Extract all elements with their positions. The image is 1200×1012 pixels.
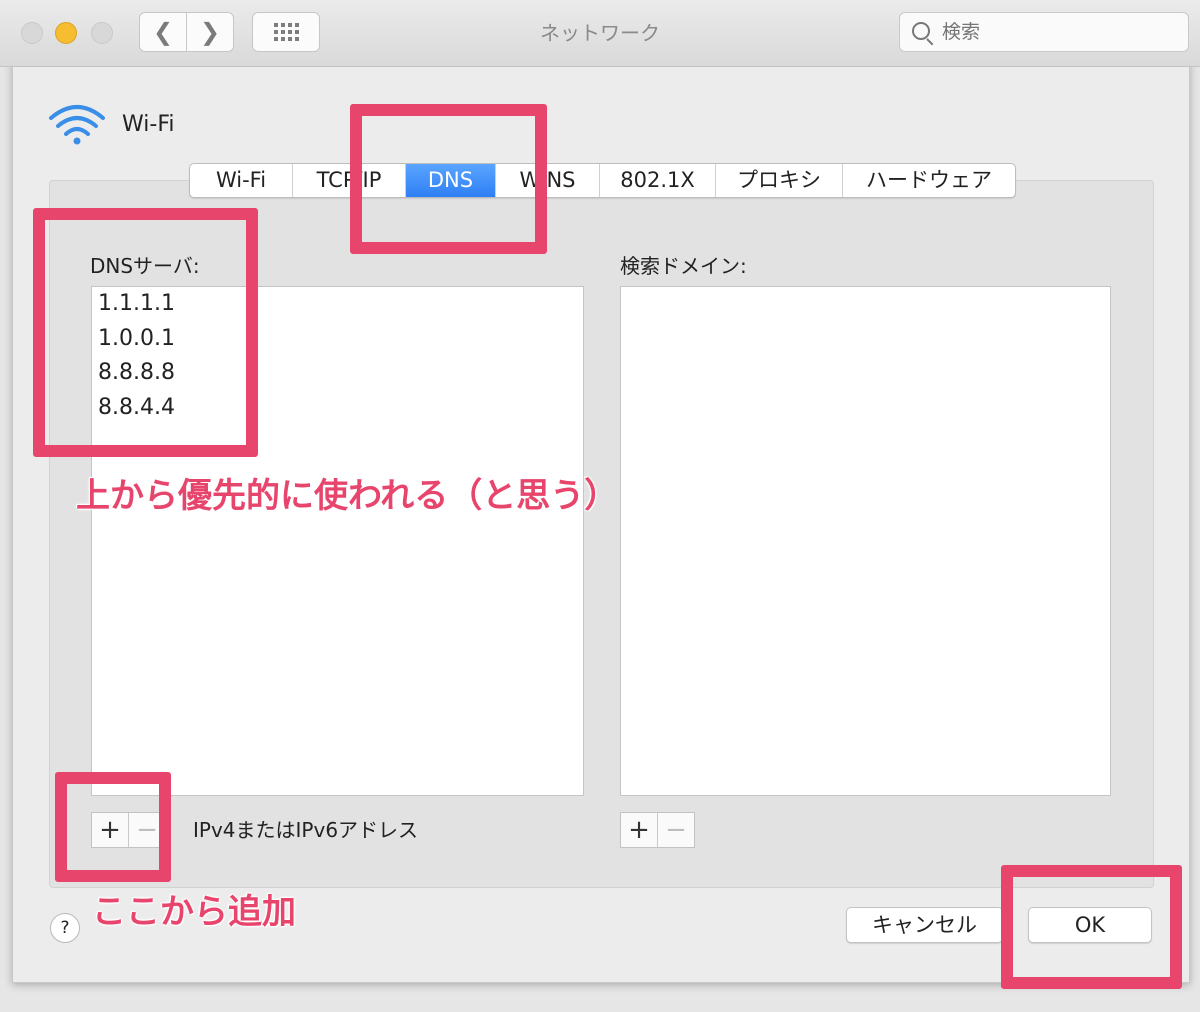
callout-add-button	[55, 772, 171, 882]
callout-dns-tab	[350, 104, 547, 254]
wifi-icon	[49, 105, 105, 145]
cancel-button[interactable]: キャンセル	[846, 907, 1003, 943]
priority-annotation: 上から優先的に使われる（と思う）	[76, 476, 619, 516]
callout-dns-servers	[33, 208, 258, 457]
address-hint: IPv4またはIPv6アドレス	[193, 818, 419, 842]
tab-hardware[interactable]: ハードウェア	[843, 164, 1015, 197]
tab-wifi[interactable]: Wi-Fi	[190, 164, 293, 197]
help-button[interactable]: ?	[50, 913, 80, 943]
tab-8021x[interactable]: 802.1X	[600, 164, 716, 197]
tab-bar: Wi-Fi TCP/IP DNS WINS 802.1X プロキシ ハードウェア	[189, 163, 1016, 198]
interface-name: Wi-Fi	[122, 112, 175, 137]
tab-proxy[interactable]: プロキシ	[716, 164, 843, 197]
add-annotation: ここから追加	[92, 892, 296, 932]
search-domains-label: 検索ドメイン:	[620, 254, 747, 278]
titlebar: ❮ ❯ ネットワーク	[0, 0, 1200, 67]
search-icon	[912, 22, 930, 40]
domain-add-remove: + −	[620, 812, 695, 848]
add-domain-button[interactable]: +	[621, 813, 658, 847]
remove-domain-button[interactable]: −	[658, 813, 694, 847]
search-domain-list[interactable]	[620, 286, 1111, 796]
callout-ok-button	[1001, 865, 1182, 989]
search-box[interactable]	[899, 12, 1189, 52]
search-input[interactable]	[940, 19, 1174, 45]
